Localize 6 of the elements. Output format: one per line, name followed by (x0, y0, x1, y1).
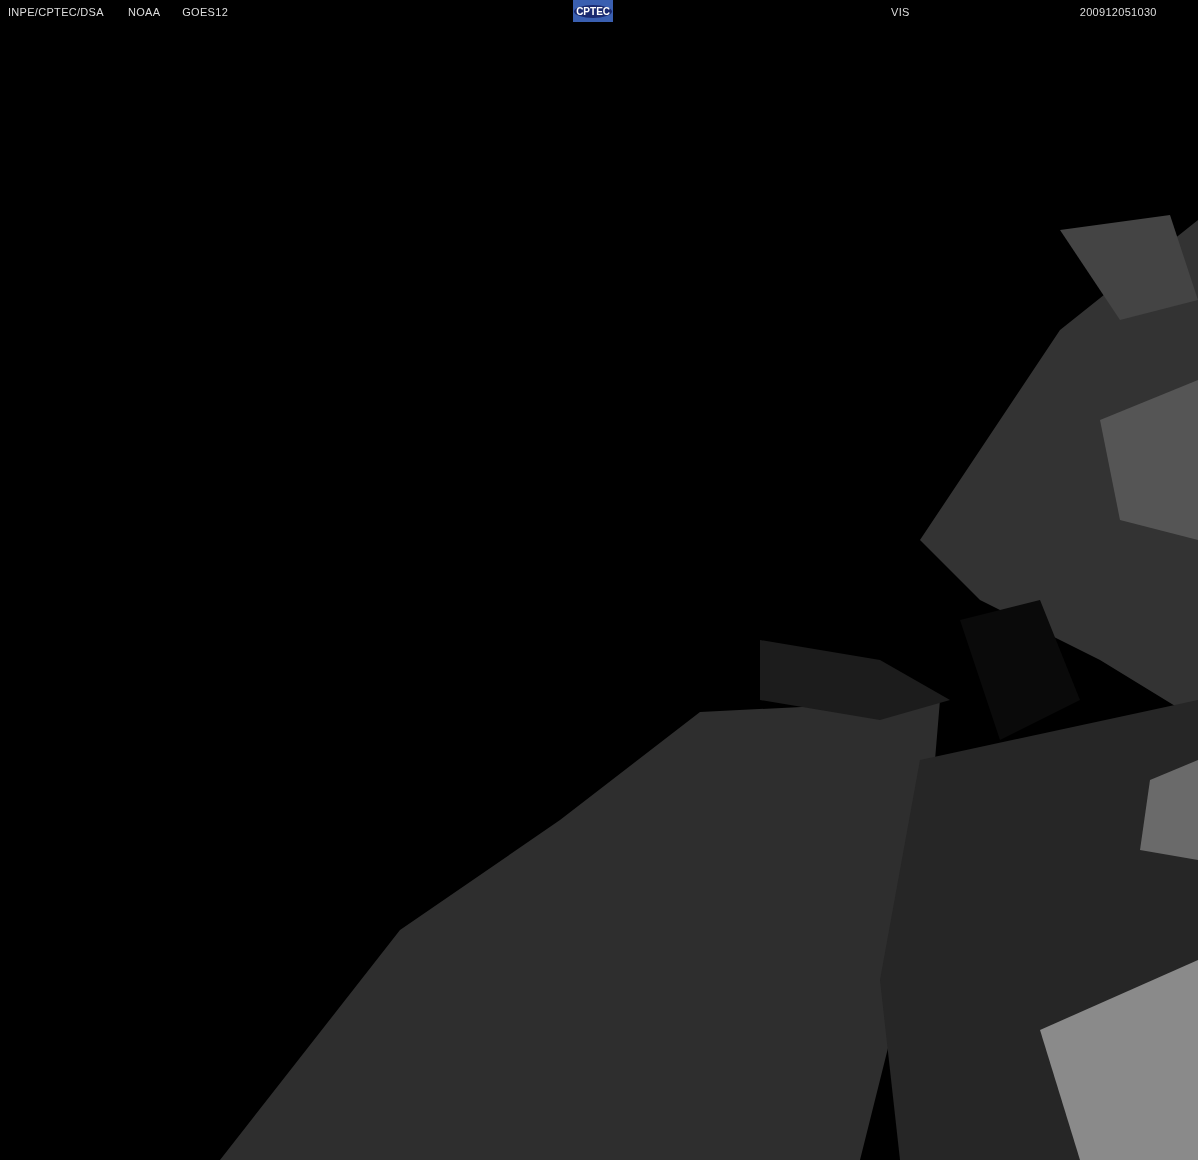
timestamp: 200912051030 (1079, 6, 1157, 18)
agency-label: NOAA (127, 6, 161, 18)
channel-label: VIS (891, 6, 910, 18)
logo: CPTEC (573, 0, 614, 22)
agency-label: INPE/CPTEC/DSA (8, 6, 104, 18)
satellite-label: GOES12 (182, 6, 229, 18)
